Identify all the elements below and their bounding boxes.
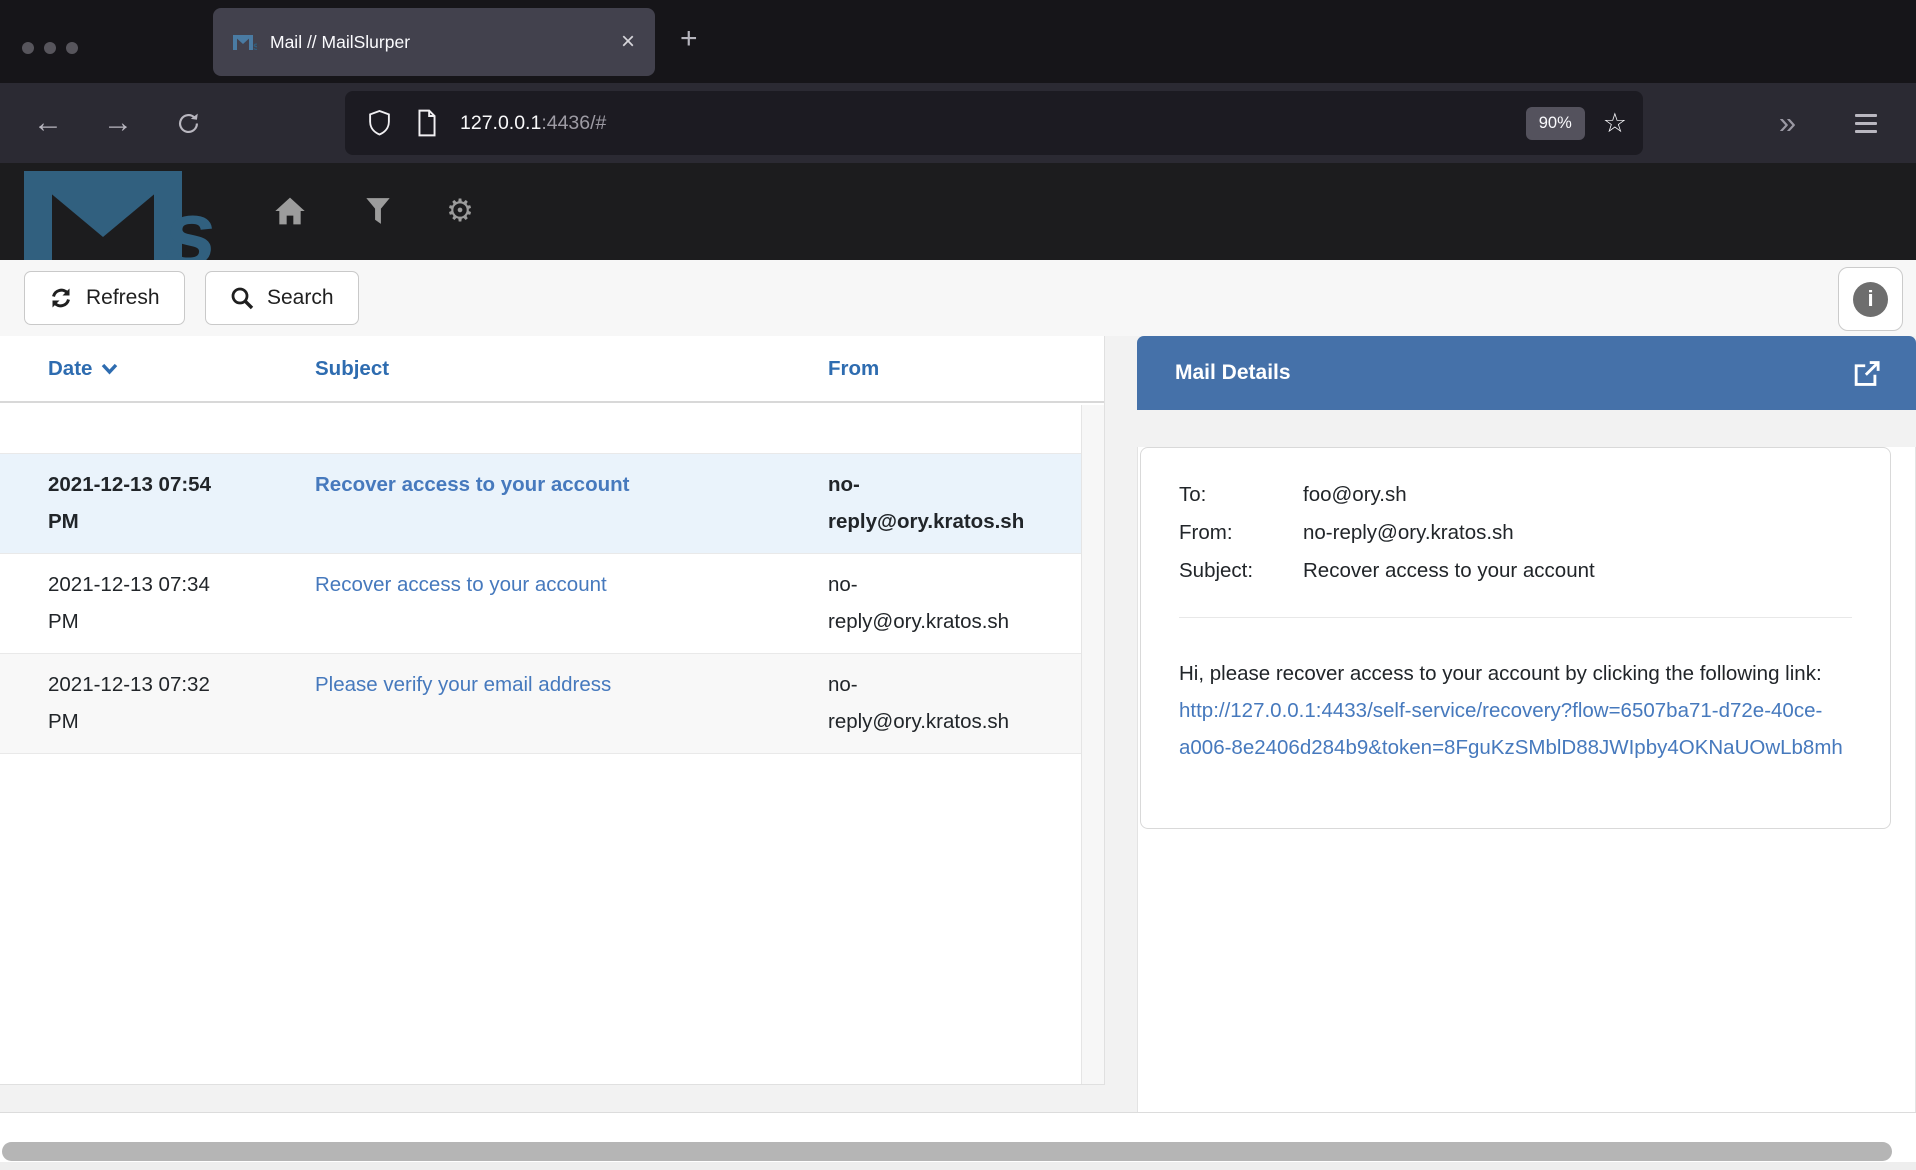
reload-button[interactable] xyxy=(164,83,212,163)
mail-body-text: Hi, please recover access to your accoun… xyxy=(1179,662,1822,685)
new-tab-button[interactable]: + xyxy=(680,22,698,56)
search-button[interactable]: Search xyxy=(205,271,359,325)
subject-label: Subject: xyxy=(1179,552,1303,590)
mail-detail-card: To: foo@ory.sh From: no-reply@ory.kratos… xyxy=(1140,447,1891,829)
url-bar[interactable]: 127.0.0.1:4436/# 90% ☆ xyxy=(345,91,1643,155)
filter-icon[interactable] xyxy=(360,193,396,229)
tab-favicon-mailslurper-icon: s xyxy=(233,34,257,51)
mail-details-body: To: foo@ory.sh From: no-reply@ory.kratos… xyxy=(1137,447,1916,1122)
info-icon: i xyxy=(1853,282,1888,317)
mail-row-selected[interactable]: 2021-12-13 07:54 PM Recover access to yo… xyxy=(0,453,1104,554)
tab-close-icon[interactable]: × xyxy=(621,30,635,54)
card-divider xyxy=(1179,617,1852,618)
mail-from: no-reply@ory.kratos.sh xyxy=(828,666,1033,740)
mail-date: 2021-12-13 07:34 PM xyxy=(48,566,315,640)
refresh-label: Refresh xyxy=(86,286,160,310)
browser-window: s Mail // MailSlurper × + ← → xyxy=(0,0,1916,1170)
refresh-button[interactable]: Refresh xyxy=(24,271,185,325)
tab-title: Mail // MailSlurper xyxy=(270,32,410,53)
settings-gear-icon[interactable]: ⚙ xyxy=(442,193,478,229)
subject-value: Recover access to your account xyxy=(1303,552,1595,590)
column-header-date[interactable]: Date xyxy=(48,357,315,381)
svg-text:s: s xyxy=(160,181,222,260)
browser-tab[interactable]: s Mail // MailSlurper × xyxy=(213,8,655,76)
mail-subject-link[interactable]: Recover access to your account xyxy=(315,473,629,496)
url-text[interactable]: 127.0.0.1:4436/# xyxy=(460,112,606,135)
url-port-path: :4436/# xyxy=(541,112,606,134)
mail-row[interactable]: 2021-12-13 07:34 PM Recover access to yo… xyxy=(0,554,1104,654)
column-header-from[interactable]: From xyxy=(828,357,1033,381)
reload-icon xyxy=(175,110,202,137)
from-value: no-reply@ory.kratos.sh xyxy=(1303,514,1514,552)
mail-list-header-row: Date Subject From xyxy=(0,336,1104,403)
mailslurper-header: s ⚙ xyxy=(0,163,1916,260)
app-menu-button[interactable] xyxy=(1842,83,1890,163)
mail-row[interactable]: 2021-12-13 07:32 PM Please verify your e… xyxy=(0,654,1104,754)
refresh-icon xyxy=(49,286,73,310)
horizontal-scrollbar-thumb[interactable] xyxy=(2,1142,1892,1161)
back-button[interactable]: ← xyxy=(24,83,72,163)
mail-subject-link[interactable]: Recover access to your account xyxy=(315,573,607,596)
recovery-link[interactable]: http://127.0.0.1:4433/self-service/recov… xyxy=(1179,699,1843,759)
meta-to-row: To: foo@ory.sh xyxy=(1179,476,1852,514)
info-button[interactable]: i xyxy=(1838,267,1903,331)
sort-descending-chevron-icon xyxy=(101,363,118,375)
mail-date: 2021-12-13 07:54 PM xyxy=(48,466,315,540)
app-toolbar: Refresh Search i xyxy=(0,260,1916,336)
from-label: From: xyxy=(1179,514,1303,552)
to-label: To: xyxy=(1179,476,1303,514)
zoom-level-badge[interactable]: 90% xyxy=(1526,107,1585,140)
column-header-subject[interactable]: Subject xyxy=(315,357,828,381)
window-controls[interactable] xyxy=(22,42,78,54)
bottom-edge-strip xyxy=(0,1162,1916,1170)
open-external-icon[interactable] xyxy=(1851,358,1882,389)
url-host: 127.0.0.1 xyxy=(460,112,541,134)
meta-from-row: From: no-reply@ory.kratos.sh xyxy=(1179,514,1852,552)
bookmark-star-icon[interactable]: ☆ xyxy=(1603,110,1627,137)
mail-subject-link[interactable]: Please verify your email address xyxy=(315,673,611,696)
svg-text:s: s xyxy=(253,39,257,51)
forward-button[interactable]: → xyxy=(94,83,142,163)
page-info-icon[interactable] xyxy=(416,109,438,137)
browser-nav-bar: ← → 127.0.0.1:4436/# 90% ☆ xyxy=(0,83,1916,163)
mail-details-title: Mail Details xyxy=(1175,361,1291,385)
mail-from: no-reply@ory.kratos.sh xyxy=(828,566,1033,640)
meta-subject-row: Subject: Recover access to your account xyxy=(1179,552,1852,590)
browser-tab-bar: s Mail // MailSlurper × + xyxy=(0,0,1916,83)
search-label: Search xyxy=(267,286,334,310)
list-top-spacer xyxy=(0,403,1104,453)
mail-body: Hi, please recover access to your accoun… xyxy=(1179,655,1852,766)
mail-list-panel: Date Subject From 2021-12-13 07:54 PM Re… xyxy=(0,336,1105,1085)
mailslurper-logo: s xyxy=(22,169,237,260)
mail-from: no-reply@ory.kratos.sh xyxy=(828,466,1033,540)
mail-date: 2021-12-13 07:32 PM xyxy=(48,666,315,740)
mail-details-header: Mail Details xyxy=(1137,336,1916,410)
shield-icon[interactable] xyxy=(367,109,392,137)
mail-list-scrollbar[interactable] xyxy=(1081,405,1104,1084)
overflow-toolbar-button[interactable]: » xyxy=(1762,83,1810,163)
home-icon[interactable] xyxy=(272,193,308,229)
search-icon xyxy=(230,286,254,310)
to-value: foo@ory.sh xyxy=(1303,476,1407,514)
mail-details-panel: Mail Details To: foo@ory.sh From: no-rep… xyxy=(1137,336,1916,1085)
